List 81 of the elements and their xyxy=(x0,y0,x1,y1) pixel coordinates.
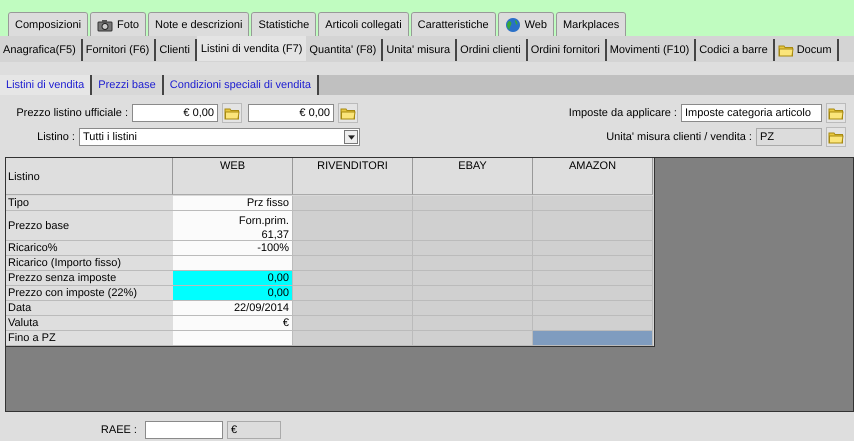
tab[interactable]: Ordini fornitori xyxy=(528,39,607,61)
tab[interactable]: Unita' misura xyxy=(383,39,458,61)
table-cell[interactable] xyxy=(293,271,413,286)
raee-field[interactable] xyxy=(145,421,223,439)
field-label: Prezzo listino ufficiale : xyxy=(15,107,128,119)
table-cell[interactable] xyxy=(533,256,653,271)
field-label: Imposte da applicare : xyxy=(568,107,677,119)
tab[interactable]: Note e descrizioni xyxy=(148,12,250,36)
table-cell[interactable]: € xyxy=(173,316,293,331)
table-cell[interactable] xyxy=(293,331,413,346)
table-cell[interactable] xyxy=(533,301,653,316)
currency-field[interactable]: € xyxy=(227,421,281,439)
column-header[interactable]: EBAY xyxy=(413,158,533,195)
table-cell[interactable] xyxy=(293,241,413,256)
table-cell[interactable] xyxy=(173,331,293,346)
folder-button[interactable] xyxy=(338,103,358,123)
field-label: RAEE : xyxy=(100,424,137,436)
table-cell[interactable] xyxy=(533,271,653,286)
tax-field[interactable]: Imposte categoria articolo xyxy=(681,104,822,122)
price-field[interactable]: € 0,00 xyxy=(248,104,334,122)
row-header: Ricarico% xyxy=(6,241,173,256)
unit-field[interactable]: PZ xyxy=(756,128,822,146)
column-header[interactable]: RIVENDITORI xyxy=(293,158,413,195)
tab[interactable]: Listini di vendita (F7) xyxy=(196,36,306,61)
tab[interactable]: Docum xyxy=(774,39,839,61)
tab[interactable]: Articoli collegati xyxy=(318,12,409,36)
table-cell[interactable] xyxy=(533,241,653,256)
row-header: Prezzo senza imposte xyxy=(6,271,173,286)
table-cell[interactable]: Forn.prim. 61,37 xyxy=(173,211,293,241)
tab[interactable]: Codici a barre xyxy=(696,39,775,61)
table-cell[interactable] xyxy=(293,256,413,271)
tab[interactable]: Fornitori (F6) xyxy=(82,39,156,61)
table-cell[interactable] xyxy=(293,316,413,331)
table-cell[interactable] xyxy=(413,196,533,211)
row-header: Data xyxy=(6,301,173,316)
table-cell[interactable] xyxy=(533,331,653,346)
row-header: Valuta xyxy=(6,316,173,331)
tab[interactable]: Listini di vendita xyxy=(0,75,92,95)
tab[interactable]: Caratteristiche xyxy=(410,12,496,36)
table-cell[interactable] xyxy=(413,331,533,346)
table-cell[interactable]: 22/09/2014 xyxy=(173,301,293,316)
tab[interactable]: Markplaces xyxy=(556,12,626,36)
table-cell[interactable] xyxy=(293,211,413,241)
row-header: Ricarico (Importo fisso) xyxy=(6,256,173,271)
tab[interactable]: Prezzi base xyxy=(92,75,164,95)
table-cell[interactable] xyxy=(533,211,653,241)
price-field[interactable]: € 0,00 xyxy=(132,104,218,122)
column-header[interactable]: WEB xyxy=(173,158,293,195)
table-cell[interactable]: 0,00 xyxy=(173,286,293,301)
row-header: Prezzo con imposte (22%) xyxy=(6,286,173,301)
table-cell[interactable] xyxy=(533,316,653,331)
table-cell[interactable]: 0,00 xyxy=(173,271,293,286)
column-header[interactable]: AMAZON xyxy=(533,158,653,195)
table-cell[interactable] xyxy=(293,286,413,301)
tab[interactable]: Ordini clienti xyxy=(457,39,528,61)
row-header: Tipo xyxy=(6,196,173,211)
table-cell[interactable] xyxy=(533,286,653,301)
field-label: Listino : xyxy=(36,131,75,143)
tab[interactable]: Statistiche xyxy=(251,12,316,36)
column-header: Listino xyxy=(6,158,173,195)
folder-button[interactable] xyxy=(826,127,846,147)
tab[interactable]: Movimenti (F10) xyxy=(606,39,696,61)
table-cell[interactable]: -100% xyxy=(173,241,293,256)
row-header: Fino a PZ xyxy=(6,331,173,346)
table-cell[interactable] xyxy=(293,196,413,211)
table-cell[interactable] xyxy=(293,301,413,316)
field-label: Unita' misura clienti / vendita : xyxy=(606,131,752,143)
table-cell[interactable]: Prz fisso xyxy=(173,196,293,211)
price-list-dropdown[interactable]: Tutti i listini xyxy=(79,128,360,146)
table-cell[interactable] xyxy=(173,256,293,271)
folder-button[interactable] xyxy=(222,103,242,123)
tab[interactable]: Anagrafica(F5) xyxy=(0,39,83,61)
folder-button[interactable] xyxy=(826,103,846,123)
table-cell[interactable] xyxy=(533,196,653,211)
tab[interactable]: Foto xyxy=(90,12,146,36)
tab[interactable]: Web xyxy=(498,12,554,36)
tab[interactable]: Quantita' (F8) xyxy=(306,39,384,61)
table-cell[interactable] xyxy=(413,316,533,331)
tab[interactable]: Composizioni xyxy=(8,12,88,36)
row-header: Prezzo base xyxy=(6,211,173,241)
globe-icon xyxy=(504,16,521,32)
